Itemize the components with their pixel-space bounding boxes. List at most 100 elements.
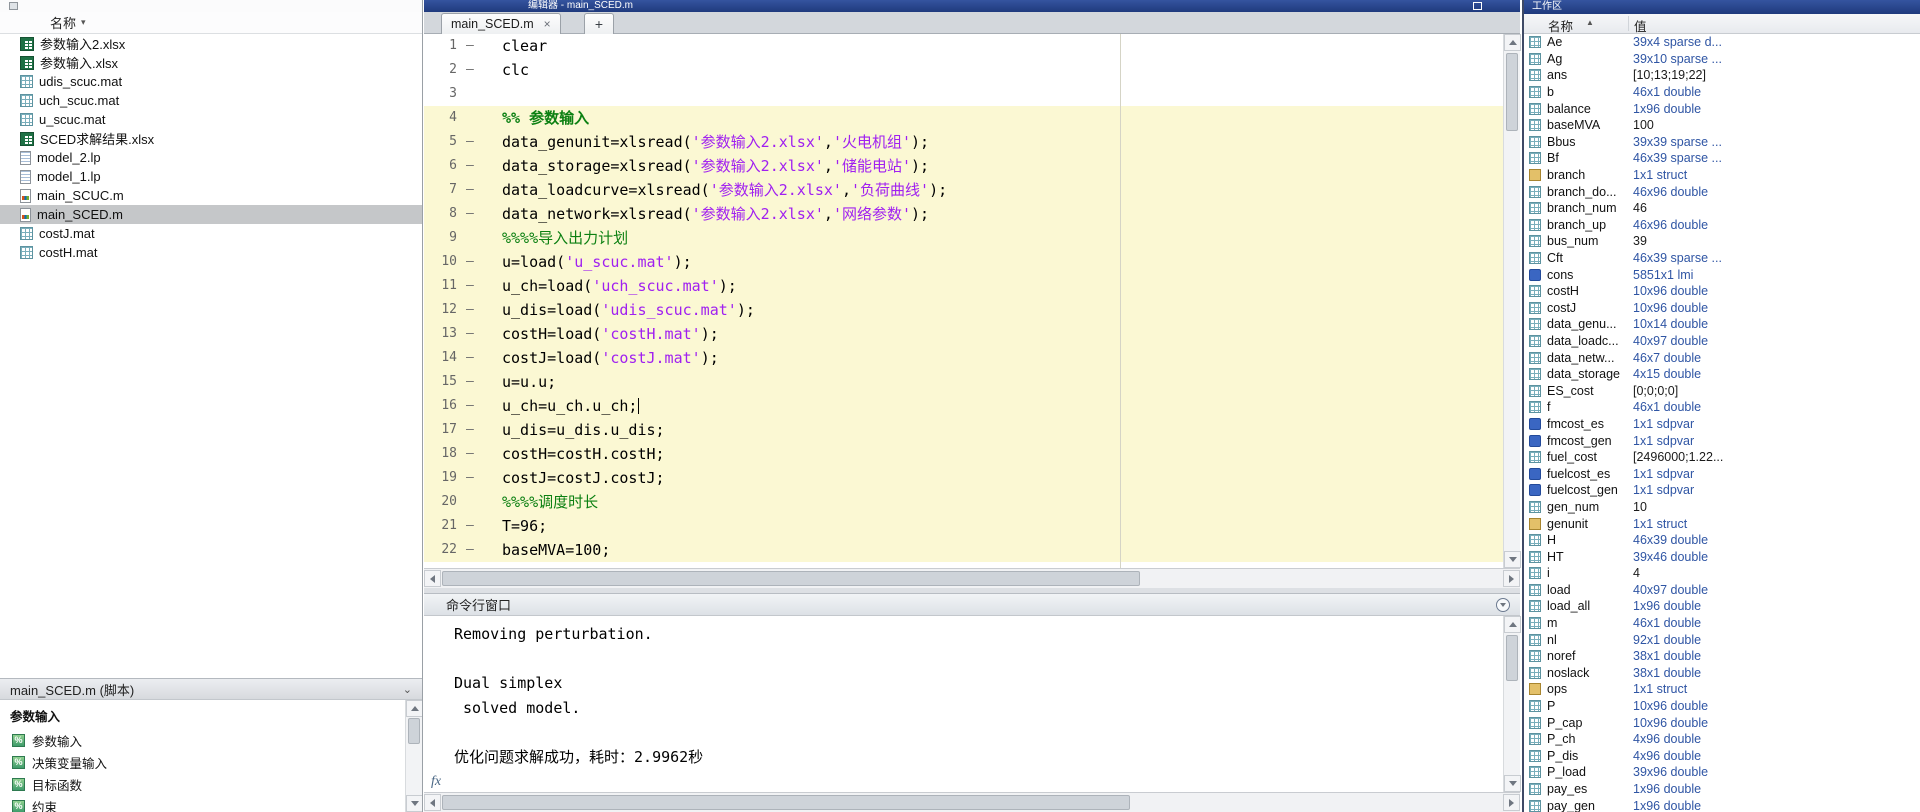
breakpoint-dash[interactable]: — xyxy=(457,250,502,274)
workspace-variable-row[interactable]: ops 1x1 struct xyxy=(1524,681,1920,698)
workspace-variable-row[interactable]: costJ 10x96 double xyxy=(1524,300,1920,317)
breakpoint-dash[interactable]: — xyxy=(457,514,502,538)
breakpoint-dash[interactable]: — xyxy=(457,202,502,226)
code-line[interactable]: 17— u_dis=u_dis.u_dis; xyxy=(424,418,1503,442)
scroll-left-button[interactable] xyxy=(424,794,441,811)
scrollbar-thumb[interactable] xyxy=(1506,635,1518,681)
file-item[interactable]: model_2.lp xyxy=(0,148,422,167)
scroll-down-button[interactable] xyxy=(406,795,422,812)
code-line[interactable]: 9 %%%%导入出力计划 xyxy=(424,226,1503,250)
breakpoint-dash[interactable]: — xyxy=(457,178,502,202)
section-item[interactable]: 决策变量输入 xyxy=(0,751,422,773)
code-line[interactable]: 21— T=96; xyxy=(424,514,1503,538)
workspace-variable-row[interactable]: b 46x1 double xyxy=(1524,84,1920,101)
code-line[interactable]: 22— baseMVA=100; xyxy=(424,538,1503,562)
scroll-down-button[interactable] xyxy=(1504,775,1521,792)
workspace-variable-row[interactable]: balance 1x96 double xyxy=(1524,100,1920,117)
scrollbar-thumb[interactable] xyxy=(408,718,420,744)
scroll-up-button[interactable] xyxy=(1504,34,1521,51)
restore-window-icon[interactable] xyxy=(1473,2,1482,10)
file-item[interactable]: uch_scuc.mat xyxy=(0,91,422,110)
folder-toolbar-icon[interactable] xyxy=(9,2,18,10)
workspace-variable-row[interactable]: fuelcost_gen 1x1 sdpvar xyxy=(1524,482,1920,499)
workspace-variable-row[interactable]: baseMVA 100 xyxy=(1524,117,1920,134)
workspace-variable-row[interactable]: i4 xyxy=(1524,565,1920,582)
workspace-variable-row[interactable]: Ae 39x4 sparse d... xyxy=(1524,34,1920,51)
breakpoint-dash[interactable]: — xyxy=(457,346,502,370)
workspace-variable-row[interactable]: fmcost_gen 1x1 sdpvar xyxy=(1524,432,1920,449)
workspace-variable-row[interactable]: m 46x1 double xyxy=(1524,615,1920,632)
file-item[interactable]: 参数输入.xlsx xyxy=(0,53,422,72)
workspace-variable-row[interactable]: Bf 46x39 sparse ... xyxy=(1524,150,1920,167)
file-list-name-column-header[interactable]: 名称 ▾ xyxy=(0,12,422,34)
details-vertical-scrollbar[interactable] xyxy=(405,700,422,812)
workspace-variable-row[interactable]: branch_up 46x96 double xyxy=(1524,217,1920,234)
editor-horizontal-scrollbar[interactable] xyxy=(424,568,1520,588)
code-line[interactable]: 11— u_ch=load('uch_scuc.mat'); xyxy=(424,274,1503,298)
scrollbar-thumb[interactable] xyxy=(442,795,1130,810)
file-item[interactable]: u_scuc.mat xyxy=(0,110,422,129)
command-prompt-line[interactable]: fx >> xyxy=(431,769,1503,792)
scroll-left-button[interactable] xyxy=(424,570,441,587)
workspace-variable-row[interactable]: load_all 1x96 double xyxy=(1524,598,1920,615)
workspace-variable-row[interactable]: P_load 39x96 double xyxy=(1524,764,1920,781)
command-window-horizontal-scrollbar[interactable] xyxy=(424,792,1520,812)
breakpoint-dash[interactable]: — xyxy=(457,130,502,154)
breakpoint-dash[interactable]: — xyxy=(457,418,502,442)
scrollbar-thumb[interactable] xyxy=(1506,53,1518,131)
workspace-variable-row[interactable]: Bbus 39x39 sparse ... xyxy=(1524,134,1920,151)
workspace-variable-row[interactable]: branch_num 46 xyxy=(1524,200,1920,217)
workspace-column-headers[interactable]: 名称 ▲ 值 xyxy=(1524,14,1920,34)
code-line[interactable]: 12— u_dis=load('udis_scuc.mat'); xyxy=(424,298,1503,322)
code-line[interactable]: 2— clc xyxy=(424,58,1503,82)
workspace-variable-row[interactable]: data_netw... 46x7 double xyxy=(1524,349,1920,366)
workspace-variable-row[interactable]: P_cap 10x96 double xyxy=(1524,714,1920,731)
workspace-variable-row[interactable]: noslack 38x1 double xyxy=(1524,665,1920,682)
new-tab-button[interactable]: + xyxy=(584,13,614,34)
workspace-variable-row[interactable]: Ag 39x10 sparse ... xyxy=(1524,51,1920,68)
name-column-header[interactable]: 名称 xyxy=(1548,16,1573,35)
file-item[interactable]: 参数输入2.xlsx xyxy=(0,34,422,53)
workspace-variable-row[interactable]: ES_cost [0;0;0;0] xyxy=(1524,382,1920,399)
workspace-variable-row[interactable]: cons 5851x1 lmi xyxy=(1524,266,1920,283)
file-item[interactable]: main_SCUC.m xyxy=(0,186,422,205)
command-window-vertical-scrollbar[interactable] xyxy=(1503,616,1521,792)
workspace-variable-row[interactable]: fmcost_es 1x1 sdpvar xyxy=(1524,416,1920,433)
scroll-up-button[interactable] xyxy=(1504,616,1521,633)
code-line[interactable]: 16— u_ch=u_ch.u_ch; xyxy=(424,394,1503,418)
workspace-variable-row[interactable]: noref 38x1 double xyxy=(1524,648,1920,665)
breakpoint-dash[interactable]: — xyxy=(457,274,502,298)
workspace-variable-row[interactable]: ans [10;13;19;22] xyxy=(1524,67,1920,84)
workspace-variable-row[interactable]: branch_do... 46x96 double xyxy=(1524,183,1920,200)
scroll-right-button[interactable] xyxy=(1503,794,1520,811)
file-item[interactable]: main_SCED.m xyxy=(0,205,422,224)
workspace-variable-row[interactable]: pay_es 1x96 double xyxy=(1524,781,1920,798)
command-window-header[interactable]: 命令行窗口 xyxy=(424,593,1520,616)
scroll-down-button[interactable] xyxy=(1504,551,1521,568)
workspace-variable-row[interactable]: H 46x39 double xyxy=(1524,532,1920,549)
close-icon[interactable]: × xyxy=(544,17,551,31)
scrollbar-thumb[interactable] xyxy=(442,571,1140,586)
collapse-panel-icon[interactable] xyxy=(1496,597,1510,612)
file-item[interactable]: udis_scuc.mat xyxy=(0,72,422,91)
workspace-variable-row[interactable]: genunit 1x1 struct xyxy=(1524,515,1920,532)
scroll-up-button[interactable] xyxy=(406,700,422,717)
workspace-variable-row[interactable]: Cft 46x39 sparse ... xyxy=(1524,250,1920,267)
section-item[interactable]: 参数输入 xyxy=(0,729,422,751)
workspace-variable-row[interactable]: data_storage 4x15 double xyxy=(1524,366,1920,383)
breakpoint-dash[interactable]: — xyxy=(457,58,502,82)
breakpoint-dash[interactable]: — xyxy=(457,322,502,346)
code-line[interactable]: 10— u=load('u_scuc.mat'); xyxy=(424,250,1503,274)
workspace-variable-row[interactable]: P_ch 4x96 double xyxy=(1524,731,1920,748)
workspace-variable-row[interactable]: costH 10x96 double xyxy=(1524,283,1920,300)
breakpoint-dash[interactable]: — xyxy=(457,154,502,178)
workspace-variable-row[interactable]: HT 39x46 double xyxy=(1524,548,1920,565)
file-item[interactable]: SCED求解结果.xlsx xyxy=(0,129,422,148)
code-line[interactable]: 7— data_loadcurve=xlsread('参数输入2.xlsx','负… xyxy=(424,178,1503,202)
workspace-variable-row[interactable]: f 46x1 double xyxy=(1524,399,1920,416)
workspace-variable-row[interactable]: load 40x97 double xyxy=(1524,582,1920,599)
workspace-variable-row[interactable]: fuel_cost [2496000;1.22... xyxy=(1524,449,1920,466)
breakpoint-dash[interactable]: — xyxy=(457,538,502,562)
tab-main-sced[interactable]: main_SCED.m × xyxy=(441,13,561,34)
column-divider[interactable] xyxy=(1628,16,1629,31)
